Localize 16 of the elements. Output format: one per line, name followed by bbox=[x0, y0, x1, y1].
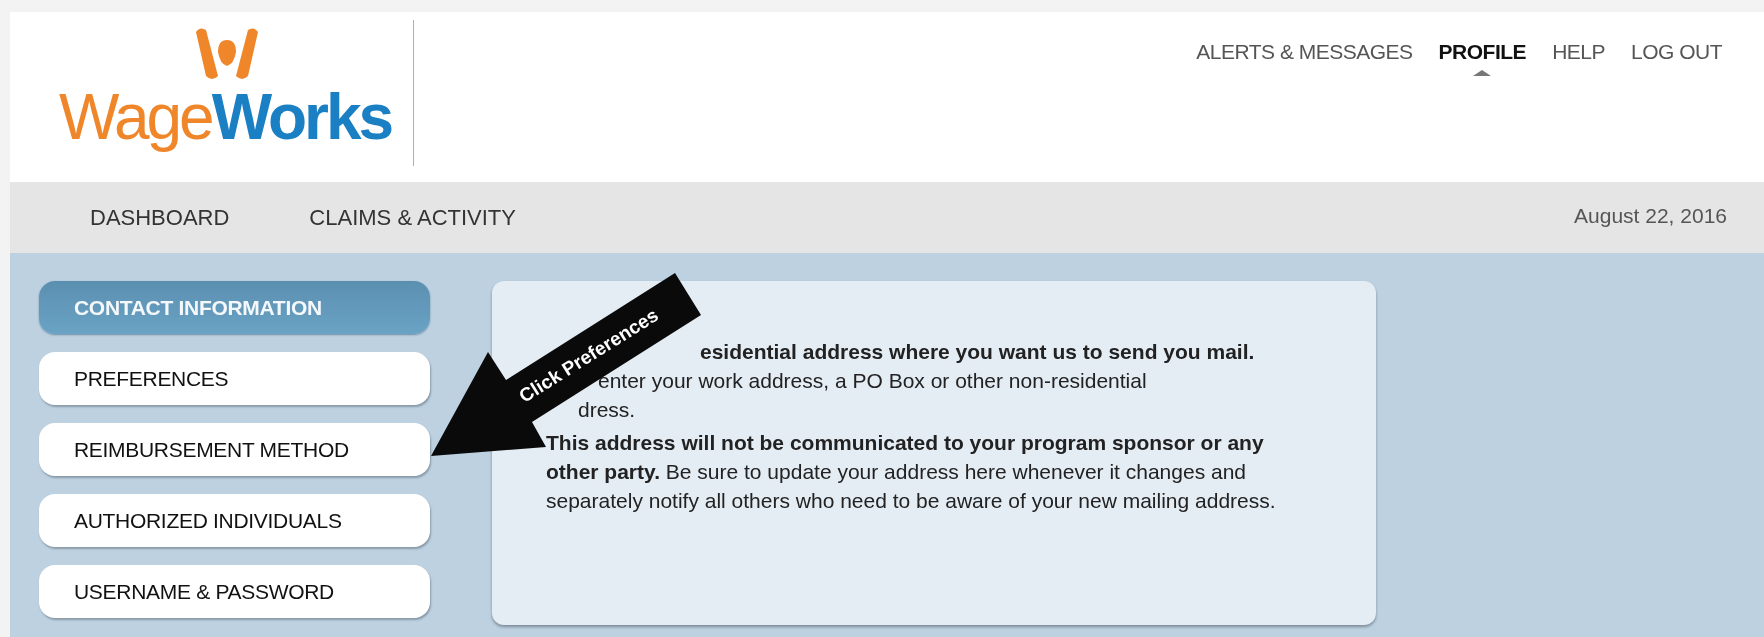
logo-text: WageWorks bbox=[58, 84, 392, 150]
sidebar-item[interactable]: AUTHORIZED INDIVIDUALS bbox=[39, 494, 430, 547]
sidebar-item[interactable]: USERNAME & PASSWORD bbox=[39, 565, 430, 618]
nav-tab[interactable]: CLAIMS & ACTIVITY bbox=[309, 204, 516, 231]
nav-link[interactable]: ALERTS & MESSAGES bbox=[1196, 40, 1413, 64]
date-text: August 22, 2016 bbox=[1574, 203, 1727, 228]
nav-link[interactable]: PROFILE bbox=[1438, 40, 1527, 64]
sidebar-item[interactable]: REIMBURSEMENT METHOD bbox=[39, 423, 430, 476]
info-text-line: dress. bbox=[578, 397, 636, 423]
sidebar-item[interactable]: PREFERENCES bbox=[39, 352, 430, 405]
nav-tab[interactable]: DASHBOARD bbox=[90, 204, 230, 231]
nav-link[interactable]: LOG OUT bbox=[1631, 40, 1722, 64]
info-text-line: esidential address where you want us to send you mail. bbox=[700, 339, 1255, 365]
info-text-line: enter your work address, a PO Box or other non-residential bbox=[598, 369, 1147, 394]
info-paragraph: This address will not be communicated to your program sponsor or any other party. Be sure to update your address here whenever it changes and separately notify all others who need to be aware of your new mailing address. bbox=[546, 430, 1277, 514]
nav-link[interactable]: HELP bbox=[1552, 40, 1605, 64]
